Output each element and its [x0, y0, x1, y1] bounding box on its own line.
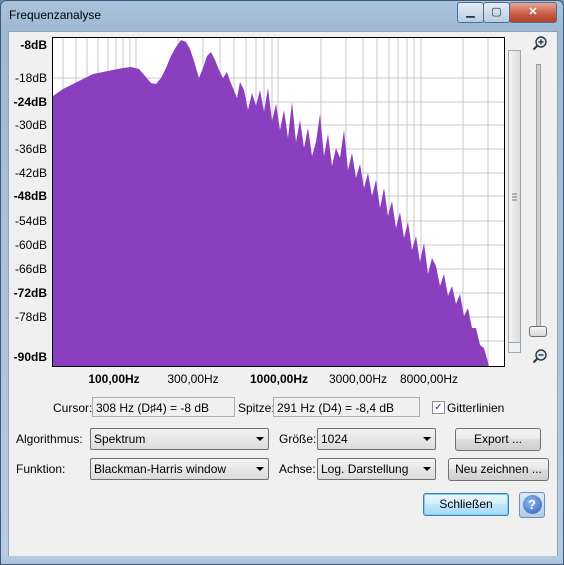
close-button[interactable]: Schließen: [423, 493, 509, 516]
help-button[interactable]: ?: [519, 492, 545, 518]
chevron-down-icon: [423, 467, 431, 471]
axis-value: Log. Darstellung: [321, 462, 409, 476]
chevron-down-icon: [256, 467, 264, 471]
axis-label: Achse:: [279, 462, 316, 476]
y-axis-label: -54dB: [14, 214, 47, 228]
size-label: Größe:: [279, 432, 317, 446]
y-axis-label: -42dB: [14, 166, 47, 180]
chevron-down-icon: [423, 437, 431, 441]
spectrum-plot[interactable]: [52, 37, 505, 367]
y-axis-label: -72dB: [13, 286, 47, 300]
gridlines-label: Gitterlinien: [447, 401, 505, 415]
y-axis-label: -36dB: [14, 142, 47, 156]
dialog-client-area: -8dB -18dB -24dB -30dB -36dB -42dB -48dB…: [8, 31, 558, 558]
y-axis-label: -30dB: [14, 118, 47, 132]
cursor-label: Cursor:: [53, 401, 93, 415]
title-bar[interactable]: Frequenzanalyse ▁ ▢ ✕: [1, 1, 563, 31]
help-icon: ?: [522, 495, 542, 514]
y-axis-label: -18dB: [14, 71, 47, 85]
close-window-button[interactable]: ✕: [509, 2, 557, 23]
algorithm-label: Algorithmus:: [16, 432, 83, 446]
cursor-readout: 308 Hz (D♯4) = -8 dB: [92, 397, 235, 417]
peak-readout: 291 Hz (D4) = -8,4 dB: [273, 397, 420, 417]
window-title: Frequenzanalyse: [9, 8, 102, 22]
peak-label: Spitze:: [238, 401, 275, 415]
function-value: Blackman-Harris window: [94, 462, 227, 476]
frequency-analysis-window: Frequenzanalyse ▁ ▢ ✕ -8dB -18dB -24dB -…: [0, 0, 564, 565]
y-axis-label: -78dB: [14, 310, 47, 324]
export-button[interactable]: Export ...: [455, 428, 541, 451]
grip-icon: [512, 193, 517, 201]
zoom-slider-track[interactable]: [536, 64, 541, 331]
algorithm-value: Spektrum: [94, 432, 146, 446]
x-axis-label: 1000,00Hz: [249, 372, 309, 386]
y-axis-label: -90dB: [13, 350, 47, 364]
zoom-in-icon[interactable]: [532, 35, 548, 51]
spectrum-graph: [53, 38, 504, 366]
redraw-button[interactable]: Neu zeichnen ...: [448, 458, 549, 481]
maximize-button[interactable]: ▢: [483, 2, 510, 23]
x-axis-label: 3000,00Hz: [328, 372, 388, 386]
chevron-down-icon: [256, 437, 264, 441]
x-axis-label: 100,00Hz: [88, 372, 140, 386]
x-axis-label: 300,00Hz: [167, 372, 219, 386]
minimize-icon: ▁: [466, 6, 475, 18]
size-value: 1024: [321, 432, 348, 446]
window-bottom-frame: [1, 556, 563, 564]
function-dropdown[interactable]: Blackman-Harris window: [90, 458, 269, 480]
y-axis-label: -60dB: [14, 238, 47, 252]
y-axis-label: -8dB: [20, 38, 47, 52]
algorithm-dropdown[interactable]: Spektrum: [90, 428, 269, 450]
minimize-button[interactable]: ▁: [457, 2, 484, 23]
maximize-icon: ▢: [491, 6, 502, 18]
x-axis-label: 8000,00Hz: [399, 372, 459, 386]
y-axis-label: -48dB: [13, 189, 47, 203]
y-axis-label: -24dB: [13, 95, 47, 109]
scrollbar-thumb[interactable]: [509, 51, 520, 343]
vertical-scrollbar[interactable]: [508, 50, 521, 353]
size-dropdown[interactable]: 1024: [317, 428, 436, 450]
y-axis-label: -66dB: [14, 262, 47, 276]
zoom-slider-thumb[interactable]: [529, 326, 547, 337]
gridlines-checkbox[interactable]: ✓: [432, 401, 445, 414]
axis-dropdown[interactable]: Log. Darstellung: [317, 458, 436, 480]
close-icon: ✕: [528, 6, 538, 18]
spectrum-area: [53, 40, 489, 366]
function-label: Funktion:: [16, 462, 66, 476]
zoom-out-icon[interactable]: [532, 348, 548, 364]
